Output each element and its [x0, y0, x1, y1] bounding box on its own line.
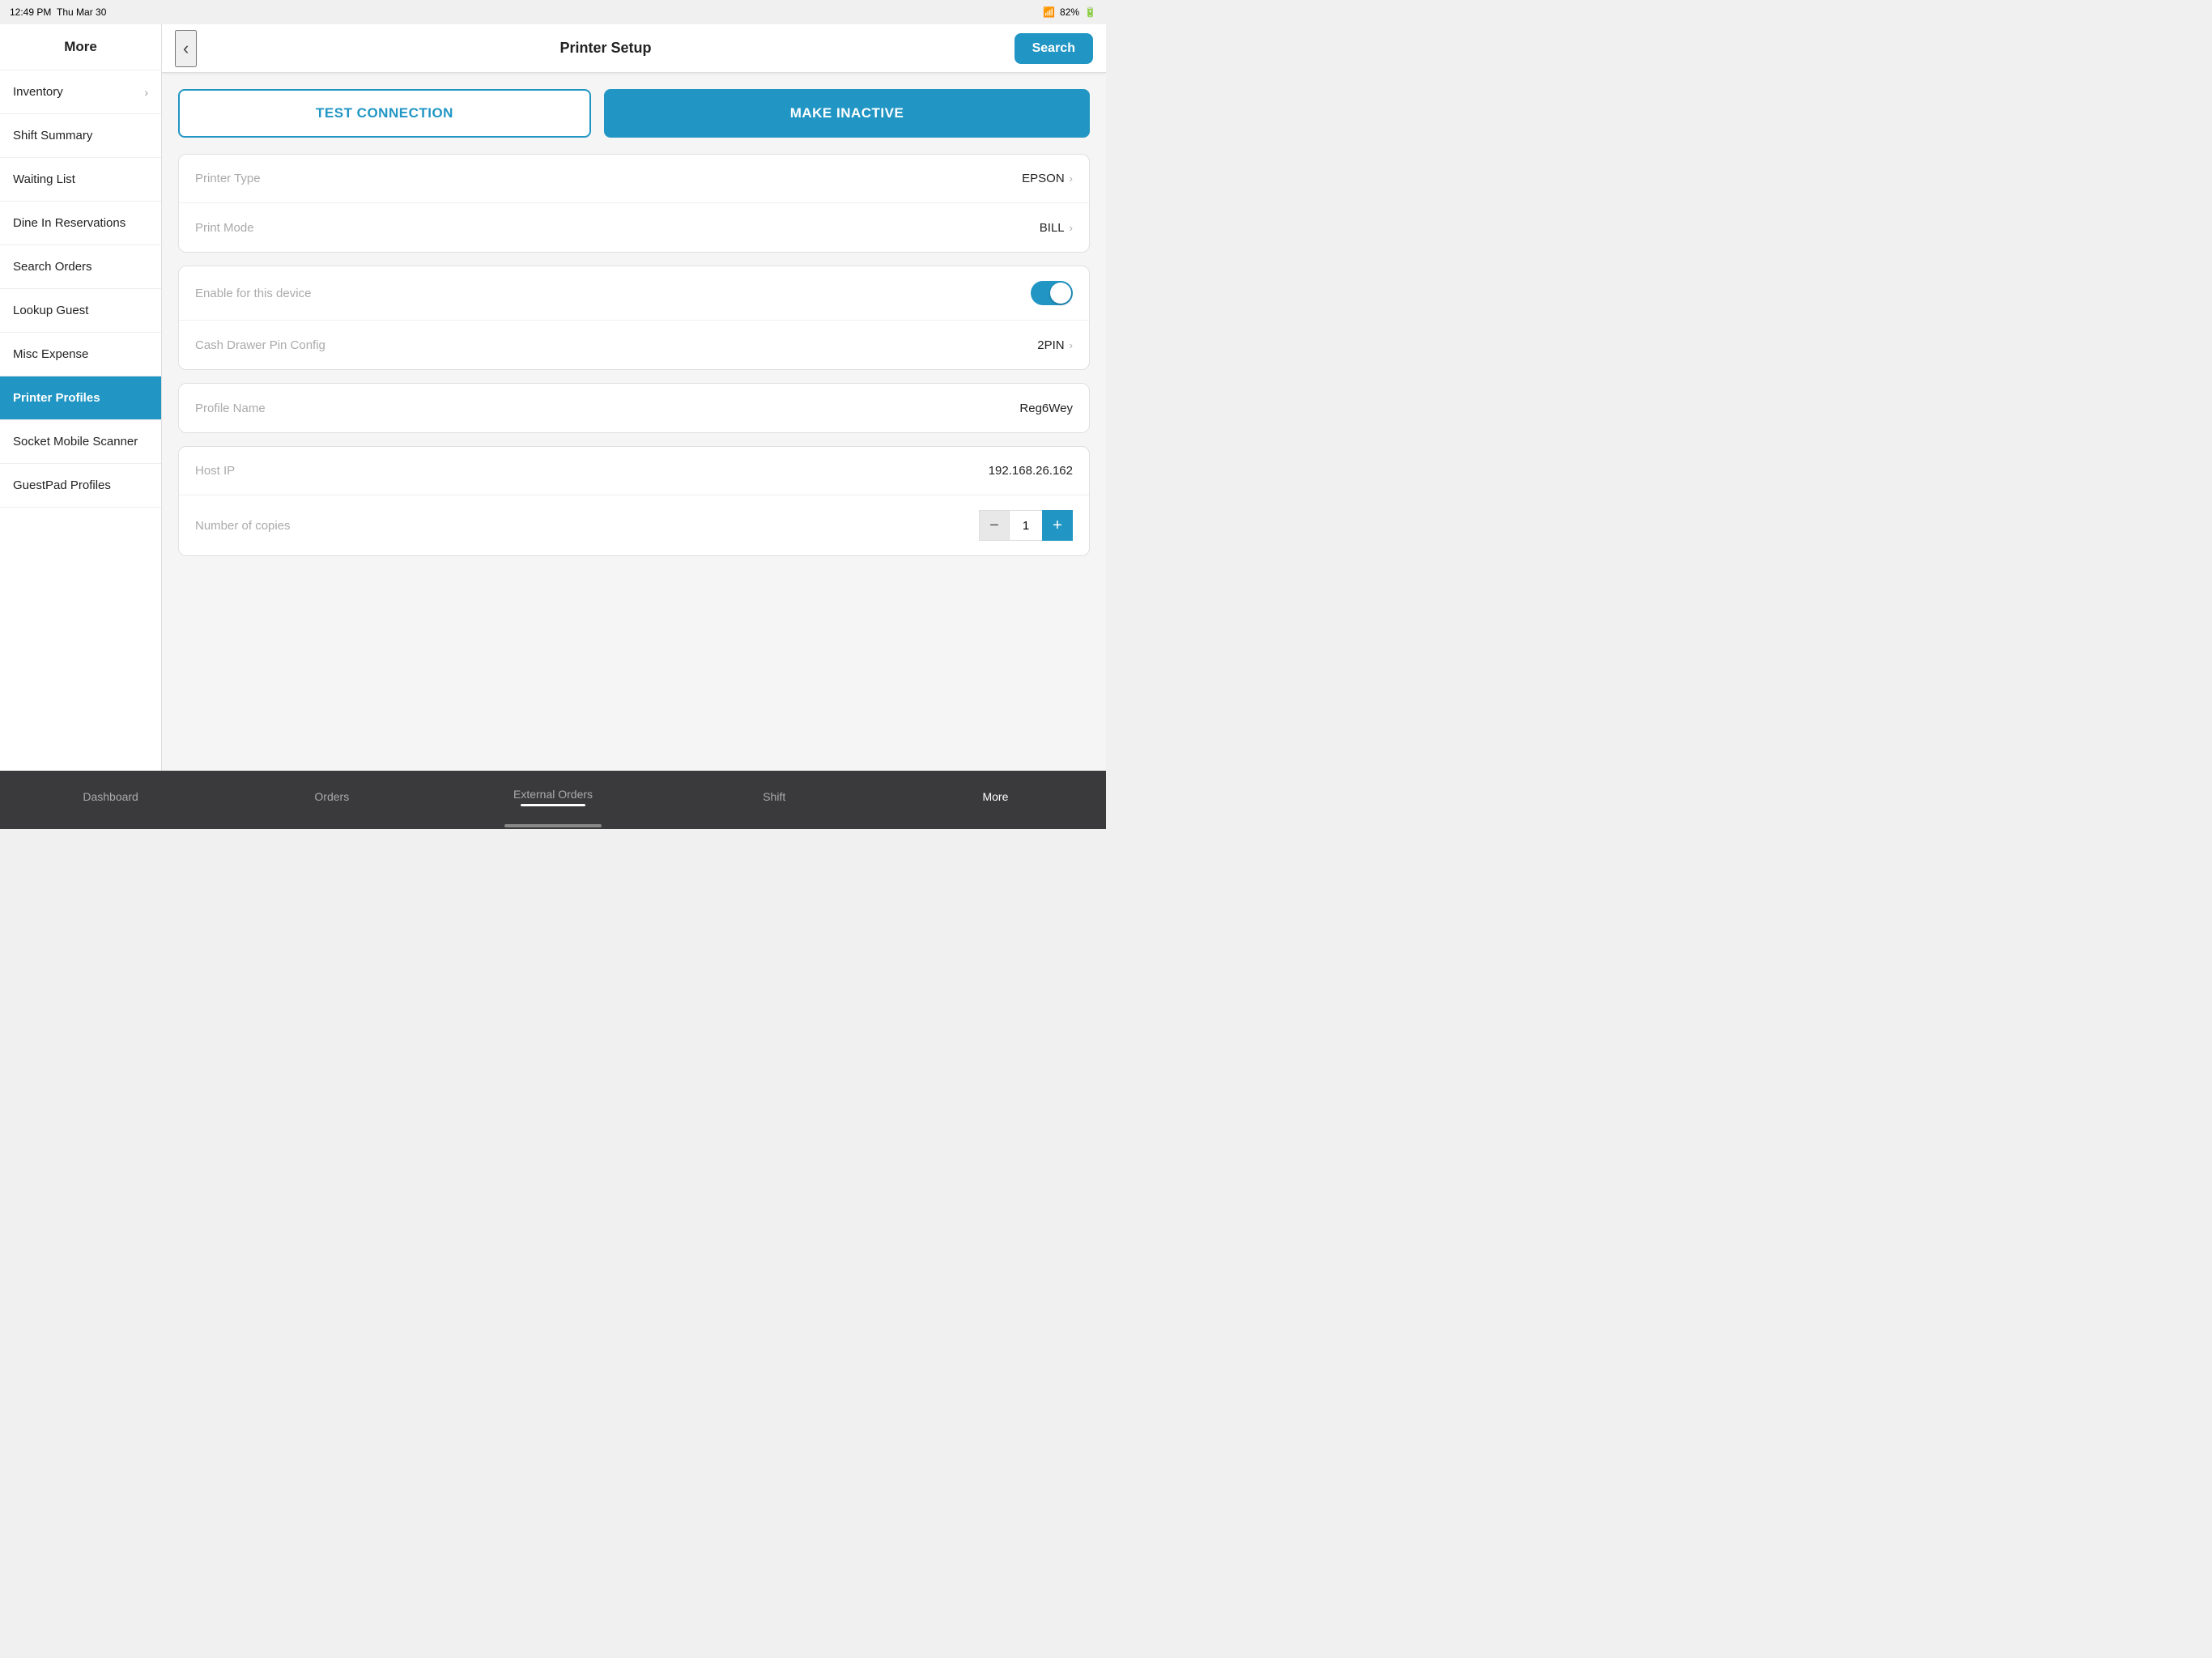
enable-device-toggle[interactable] — [1031, 281, 1073, 305]
tab-shift[interactable]: Shift — [664, 771, 885, 823]
action-row: TEST CONNECTION MAKE INACTIVE — [178, 89, 1090, 138]
copies-stepper: − 1 + — [979, 510, 1073, 541]
sidebar-header: More — [0, 24, 161, 70]
tab-orders[interactable]: Orders — [221, 771, 442, 823]
tab-orders-label: Orders — [314, 790, 349, 803]
profile-name-value: Reg6Wey — [1019, 402, 1073, 415]
battery-icon: 🔋 — [1084, 6, 1096, 18]
form-card-4: Host IP 192.168.26.162 Number of copies … — [178, 446, 1090, 556]
num-copies-label: Number of copies — [195, 519, 291, 533]
chevron-icon: › — [1070, 172, 1073, 185]
search-button[interactable]: Search — [1015, 33, 1093, 64]
printer-type-label: Printer Type — [195, 172, 261, 185]
sidebar-item-label: Lookup Guest — [13, 304, 88, 317]
home-indicator-bar — [504, 824, 602, 827]
sidebar-item-label: Waiting List — [13, 172, 75, 186]
main-layout: More Inventory › Shift Summary Waiting List… — [0, 24, 1106, 771]
sidebar-item-printer-profiles[interactable]: Printer Profiles — [0, 376, 161, 420]
tab-more-label: More — [982, 790, 1008, 803]
chevron-icon: › — [1070, 222, 1073, 234]
sidebar-item-lookup-guest[interactable]: Lookup Guest — [0, 289, 161, 333]
host-ip-row[interactable]: Host IP 192.168.26.162 — [179, 447, 1089, 495]
sidebar-item-misc-expense[interactable]: Misc Expense — [0, 333, 161, 376]
tab-external-orders-label: External Orders — [513, 788, 593, 801]
print-mode-row[interactable]: Print Mode BILL › — [179, 203, 1089, 252]
cash-drawer-label: Cash Drawer Pin Config — [195, 338, 325, 352]
enable-device-row: Enable for this device — [179, 266, 1089, 321]
chevron-icon: › — [144, 86, 148, 99]
back-button[interactable]: ‹ — [175, 30, 197, 67]
printer-type-row[interactable]: Printer Type EPSON › — [179, 155, 1089, 203]
sidebar-item-waiting-list[interactable]: Waiting List — [0, 158, 161, 202]
form-card-3: Profile Name Reg6Wey — [178, 383, 1090, 433]
home-indicator — [0, 823, 1106, 829]
cash-drawer-row[interactable]: Cash Drawer Pin Config 2PIN › — [179, 321, 1089, 369]
enable-device-label: Enable for this device — [195, 287, 311, 300]
cash-drawer-value: 2PIN › — [1037, 338, 1073, 352]
sidebar-item-label: Dine In Reservations — [13, 216, 125, 230]
main-content: ‹ Printer Setup Search TEST CONNECTION M… — [162, 24, 1106, 771]
battery-percent: 82% — [1060, 6, 1079, 18]
status-time: 12:49 PM Thu Mar 30 — [10, 6, 106, 18]
print-mode-value: BILL › — [1040, 221, 1073, 235]
sidebar-item-inventory[interactable]: Inventory › — [0, 70, 161, 114]
tab-dashboard-label: Dashboard — [83, 790, 138, 803]
sidebar-item-label: Misc Expense — [13, 347, 88, 361]
profile-name-row[interactable]: Profile Name Reg6Wey — [179, 384, 1089, 432]
wifi-icon: 📶 — [1043, 6, 1055, 18]
sidebar-item-shift-summary[interactable]: Shift Summary — [0, 114, 161, 158]
sidebar-item-label: Shift Summary — [13, 129, 92, 142]
tab-dashboard[interactable]: Dashboard — [0, 771, 221, 823]
sidebar-item-guestpad-profiles[interactable]: GuestPad Profiles — [0, 464, 161, 508]
tab-more[interactable]: More — [885, 771, 1106, 823]
sidebar-item-label: Inventory — [13, 85, 63, 99]
sidebar-item-label: Socket Mobile Scanner — [13, 435, 138, 449]
host-ip-value: 192.168.26.162 — [989, 464, 1073, 478]
sidebar-item-label: Printer Profiles — [13, 391, 100, 405]
status-bar: 12:49 PM Thu Mar 30 📶 82% 🔋 — [0, 0, 1106, 24]
sidebar: More Inventory › Shift Summary Waiting List… — [0, 24, 162, 771]
sidebar-item-search-orders[interactable]: Search Orders — [0, 245, 161, 289]
copies-decrement-button[interactable]: − — [979, 510, 1010, 541]
copies-increment-button[interactable]: + — [1042, 510, 1073, 541]
sidebar-item-socket-mobile-scanner[interactable]: Socket Mobile Scanner — [0, 420, 161, 464]
form-card-1: Printer Type EPSON › Print Mode BILL › — [178, 154, 1090, 253]
content-header: ‹ Printer Setup Search — [162, 24, 1106, 73]
sidebar-item-label: Search Orders — [13, 260, 92, 274]
form-card-2: Enable for this device Cash Drawer Pin C… — [178, 266, 1090, 370]
copies-value: 1 — [1010, 510, 1042, 541]
page-title: Printer Setup — [559, 40, 651, 57]
tab-external-orders[interactable]: External Orders — [442, 771, 663, 823]
num-copies-row: Number of copies − 1 + — [179, 495, 1089, 555]
tab-bar: Dashboard Orders External Orders Shift M… — [0, 771, 1106, 823]
make-inactive-button[interactable]: MAKE INACTIVE — [604, 89, 1090, 138]
tab-shift-label: Shift — [763, 790, 785, 803]
sidebar-item-label: GuestPad Profiles — [13, 478, 111, 492]
printer-type-value: EPSON › — [1022, 172, 1073, 185]
content-body: TEST CONNECTION MAKE INACTIVE Printer Ty… — [162, 73, 1106, 771]
print-mode-label: Print Mode — [195, 221, 254, 235]
app-container: More Inventory › Shift Summary Waiting List… — [0, 24, 1106, 829]
test-connection-button[interactable]: TEST CONNECTION — [178, 89, 591, 138]
sidebar-item-dine-in-reservations[interactable]: Dine In Reservations — [0, 202, 161, 245]
profile-name-label: Profile Name — [195, 402, 266, 415]
host-ip-label: Host IP — [195, 464, 235, 478]
chevron-icon: › — [1070, 339, 1073, 351]
